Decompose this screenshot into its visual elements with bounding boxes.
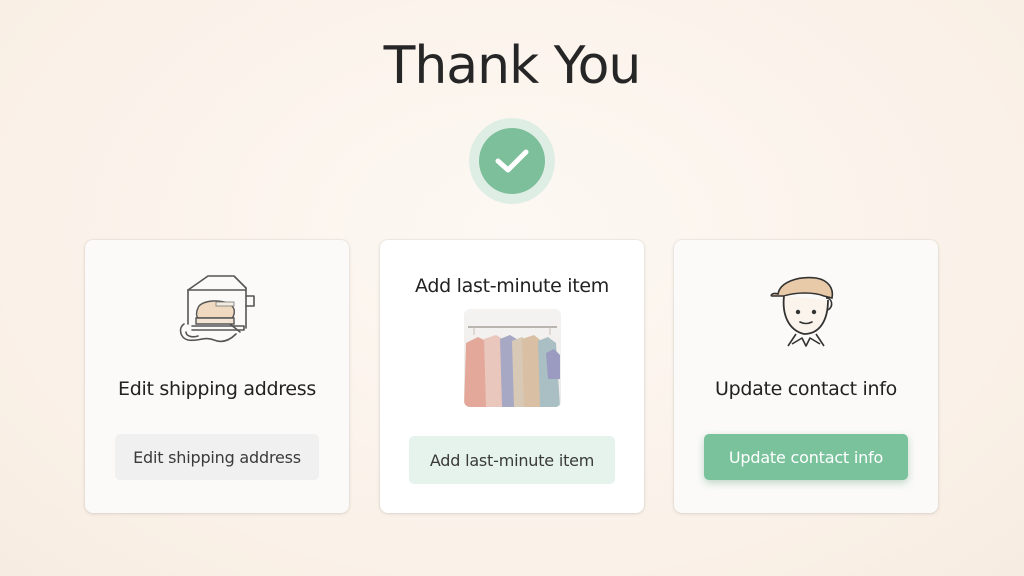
person-avatar-icon (770, 274, 842, 358)
card-heading: Update contact info (715, 378, 897, 400)
clothing-rack-photo (464, 309, 561, 407)
success-check-icon (469, 118, 555, 204)
edit-shipping-card: Edit shipping address Edit shipping addr… (85, 240, 349, 513)
page-title: Thank You (383, 36, 642, 96)
card-heading: Edit shipping address (118, 378, 316, 400)
add-last-minute-item-button[interactable]: Add last-minute item (409, 436, 615, 484)
check-circle (479, 128, 545, 194)
update-contact-card: Update contact info Update contact info (674, 240, 938, 513)
edit-shipping-address-button[interactable]: Edit shipping address (115, 434, 319, 480)
update-contact-info-button[interactable]: Update contact info (704, 434, 908, 480)
add-item-card: Add last-minute item Add last-minute ite… (380, 240, 644, 513)
package-icon (174, 272, 260, 360)
checkmark-icon (495, 149, 529, 173)
card-heading: Add last-minute item (415, 275, 609, 297)
